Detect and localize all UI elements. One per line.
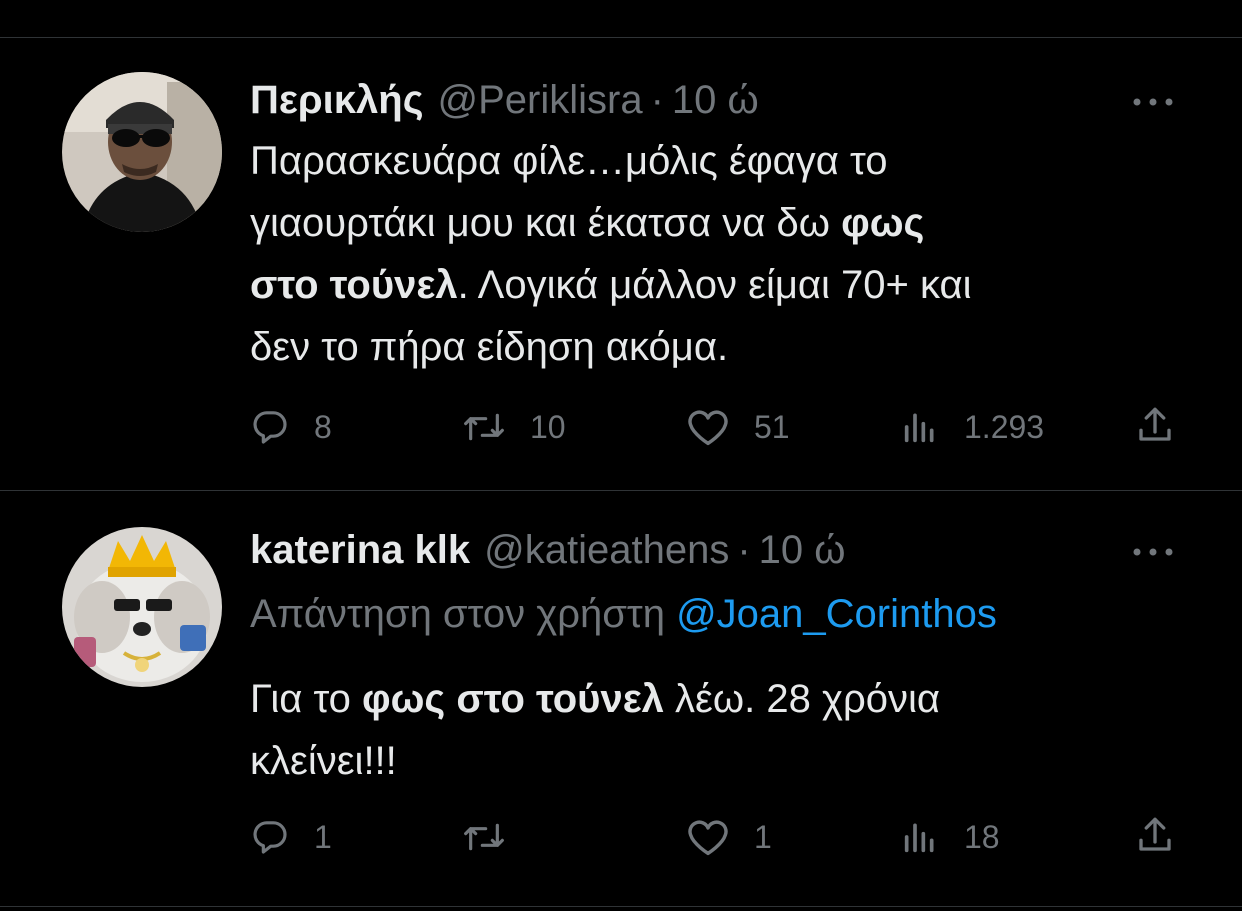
tweet-text: Παρασκευάρα φίλε…μόλις έφαγα το γιαουρτά… xyxy=(250,130,1200,378)
share-icon xyxy=(1134,814,1176,861)
avatar-image xyxy=(62,527,222,687)
bold-phrase: φως xyxy=(841,201,925,245)
retweet-icon xyxy=(462,817,506,857)
retweet-button[interactable]: 10 xyxy=(462,402,566,452)
like-count: 51 xyxy=(754,408,790,445)
reply-button[interactable]: 1 xyxy=(250,812,332,862)
reply-mention-link[interactable]: @Joan_Corinthos xyxy=(676,592,997,636)
reply-button[interactable]: 8 xyxy=(250,402,332,452)
tweet-divider xyxy=(0,490,1242,491)
more-options-button[interactable] xyxy=(1128,540,1178,564)
like-button[interactable]: 1 xyxy=(686,812,772,862)
like-icon xyxy=(686,817,730,857)
avatar-periklis[interactable] xyxy=(62,72,222,232)
like-icon xyxy=(686,407,730,447)
views-icon xyxy=(900,817,940,857)
bold-phrase: φως στο τούνελ xyxy=(362,677,664,721)
more-options-button[interactable] xyxy=(1128,90,1178,114)
views-button[interactable]: 18 xyxy=(900,812,1000,862)
top-divider xyxy=(0,37,1242,38)
reply-count: 8 xyxy=(314,408,332,445)
tweet-text: Για το φως στο τούνελ λέω. 28 χρόνια κλε… xyxy=(250,668,1200,792)
avatar-image xyxy=(62,72,222,232)
separator-dot: · xyxy=(650,77,664,122)
user-handle[interactable]: @katieathens xyxy=(484,528,729,573)
views-count: 1.293 xyxy=(964,408,1045,445)
bottom-divider xyxy=(0,906,1242,907)
more-icon xyxy=(1133,98,1173,106)
reply-icon xyxy=(250,407,290,447)
timestamp[interactable]: 10 ώ xyxy=(672,78,759,123)
tweet-text-line: γιαουρτάκι μου και έκατσα να δω φως xyxy=(250,201,925,245)
retweet-button[interactable] xyxy=(462,812,530,862)
tweet-actions: 1 1 18 xyxy=(250,812,1180,862)
separator-dot: · xyxy=(737,527,751,572)
more-icon xyxy=(1133,548,1173,556)
tweet-header: katerina klk @katieathens · 10 ώ xyxy=(250,522,846,578)
tweet-text-line: Παρασκευάρα φίλε…μόλις έφαγα το xyxy=(250,139,888,183)
tweet-text-line: δεν το πήρα είδηση ακόμα. xyxy=(250,325,729,369)
bold-phrase: στο τούνελ xyxy=(250,263,458,307)
display-name[interactable]: Περικλής xyxy=(250,78,424,123)
reply-context: Απάντηση στον χρήστη @Joan_Corinthos xyxy=(250,592,997,637)
retweet-icon xyxy=(462,407,506,447)
tweet-text-line: Για το φως στο τούνελ λέω. 28 χρόνια xyxy=(250,677,940,721)
tweet-1[interactable]: Περικλής @Periklisra · 10 ώ Παρασκευάρα … xyxy=(0,72,1242,472)
views-icon xyxy=(900,407,940,447)
like-count: 1 xyxy=(754,818,772,855)
tweet-header: Περικλής @Periklisra · 10 ώ xyxy=(250,72,759,128)
display-name[interactable]: katerina klk xyxy=(250,528,470,573)
user-handle[interactable]: @Periklisra xyxy=(438,78,643,123)
views-button[interactable]: 1.293 xyxy=(900,402,1044,452)
tweet-2[interactable]: katerina klk @katieathens · 10 ώ Απάντησ… xyxy=(0,522,1242,902)
reply-count: 1 xyxy=(314,818,332,855)
reply-prefix: Απάντηση στον χρήστη xyxy=(250,592,677,636)
share-button[interactable] xyxy=(1134,402,1176,452)
share-icon xyxy=(1134,404,1176,451)
share-button[interactable] xyxy=(1134,812,1176,862)
retweet-count: 10 xyxy=(530,408,566,445)
views-count: 18 xyxy=(964,818,1000,855)
tweet-actions: 8 10 51 1.293 xyxy=(250,402,1180,452)
timestamp[interactable]: 10 ώ xyxy=(759,528,846,573)
reply-icon xyxy=(250,817,290,857)
tweet-text-line: κλείνει!!! xyxy=(250,739,397,783)
tweet-text-line: στο τούνελ. Λογικά μάλλον είμαι 70+ και xyxy=(250,263,972,307)
avatar-katerina[interactable] xyxy=(62,527,222,687)
like-button[interactable]: 51 xyxy=(686,402,790,452)
